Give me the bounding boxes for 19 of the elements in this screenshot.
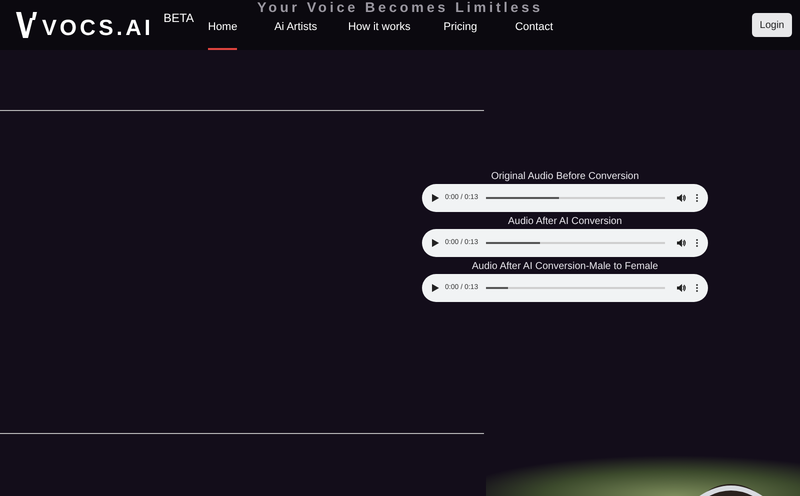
logo-mark-icon bbox=[16, 12, 38, 38]
nav-link[interactable]: Home bbox=[208, 18, 238, 50]
nav-link[interactable]: Contact bbox=[515, 18, 554, 50]
volume-icon[interactable] bbox=[677, 194, 686, 202]
play-icon[interactable] bbox=[432, 194, 439, 202]
nav-link[interactable]: Pricing bbox=[443, 18, 478, 50]
audio-title: Audio After AI Conversion bbox=[507, 215, 623, 229]
volume-icon[interactable] bbox=[677, 284, 686, 292]
play-icon[interactable] bbox=[432, 284, 439, 292]
nav-link[interactable]: Ai Artists bbox=[274, 18, 318, 50]
play-icon[interactable] bbox=[432, 239, 439, 247]
logo-text: VOCS.AI bbox=[42, 17, 154, 39]
nav-link[interactable]: How it works bbox=[348, 18, 410, 50]
hero-heading: Your Voice Becomes Limitless bbox=[257, 0, 543, 14]
audio-title: Audio After AI Conversion-Male to Female bbox=[470, 260, 660, 274]
audio-title: Original Audio Before Conversion bbox=[490, 170, 640, 184]
beta-label: BETA bbox=[163, 10, 194, 27]
volume-icon[interactable] bbox=[677, 239, 686, 247]
login-button[interactable]: Login bbox=[752, 13, 792, 37]
